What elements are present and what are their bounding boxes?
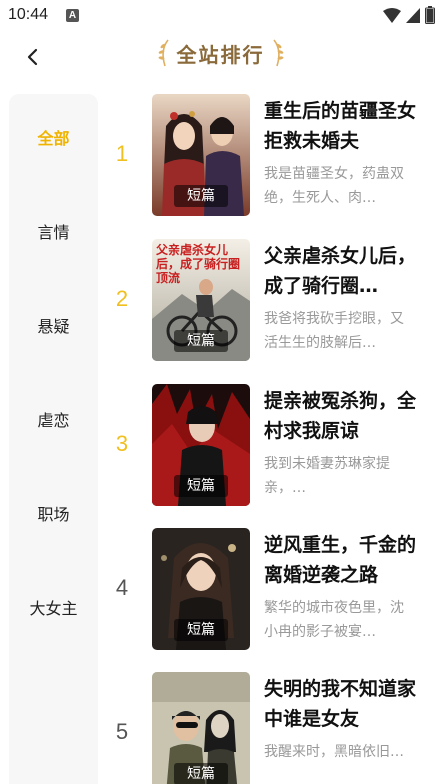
book-desc: 我到未婚妻苏琳家提亲，… xyxy=(264,456,390,496)
book-tag: 短篇 xyxy=(174,330,228,352)
book-title: 失明的我不知道家中谁是女友 xyxy=(264,678,417,730)
sidebar-item-all[interactable]: 全部 xyxy=(9,117,98,157)
book-tag: 短篇 xyxy=(174,763,228,784)
book-desc: 我爸将我砍手挖眼，又活生生的肢解后… xyxy=(264,311,404,351)
book-desc: 我醒来时，黑暗依旧… xyxy=(264,744,404,760)
rank-number: 3 xyxy=(115,431,129,456)
sidebar-item-workplace[interactable]: 职场 xyxy=(9,493,98,533)
laurel-right-icon xyxy=(272,39,283,67)
book-item[interactable]: 4 短篇 逆风重生，千金的离婚逆袭之路 繁华的城市夜色里，沈小冉的影子被宴… xyxy=(104,528,434,652)
wifi-icon xyxy=(383,7,401,23)
notification-icon: A xyxy=(66,9,79,22)
cover-text: 父亲虐杀女儿后，成了骑行圈顶流 xyxy=(156,243,241,285)
rank-number: 2 xyxy=(115,286,129,311)
book-item[interactable]: 2 父亲虐杀女儿后，成了骑行圈顶流 短篇 父亲虐杀女儿后，成了骑行圈… 我爸将我… xyxy=(104,239,434,363)
status-icons xyxy=(383,6,435,24)
rank-number: 5 xyxy=(115,719,129,744)
book-tag: 短篇 xyxy=(174,619,228,641)
book-item[interactable]: 1 短篇 重生后的苗疆圣女拒救未婚夫 我是苗疆圣女，药蛊双绝，生死人、肉… xyxy=(104,94,434,218)
header: 全站排行 xyxy=(0,30,441,84)
status-bar: 10:44 A xyxy=(0,0,441,30)
sidebar-item-suspense[interactable]: 悬疑 xyxy=(9,305,98,345)
book-item[interactable]: 5 短篇 失明的我不知道家中谁是女友 我醒来时，黑暗依旧… xyxy=(104,672,434,784)
book-desc: 繁华的城市夜色里，沈小冉的影子被宴… xyxy=(264,600,404,640)
book-item[interactable]: 3 短篇 提亲被冤杀狗，全村求我原谅 我到未婚妻苏琳家提亲，… xyxy=(104,384,434,508)
sidebar-item-romance[interactable]: 言情 xyxy=(9,211,98,251)
book-cover[interactable]: 短篇 xyxy=(152,94,250,216)
book-cover[interactable]: 短篇 xyxy=(152,672,250,784)
book-title: 重生后的苗疆圣女拒救未婚夫 xyxy=(264,100,417,152)
book-tag: 短篇 xyxy=(174,475,228,497)
battery-icon xyxy=(425,6,435,24)
sidebar-item-angst[interactable]: 虐恋 xyxy=(9,399,98,439)
status-time: 10:44 xyxy=(8,6,49,23)
book-tag: 短篇 xyxy=(174,185,228,207)
rank-number: 4 xyxy=(115,575,129,600)
title-wrap: 全站排行 xyxy=(0,38,441,68)
book-title: 提亲被冤杀狗，全村求我原谅 xyxy=(264,390,417,442)
book-cover[interactable]: 短篇 xyxy=(152,528,250,650)
sidebar-item-heroine[interactable]: 大女主 xyxy=(9,587,98,627)
book-title: 逆风重生，千金的离婚逆袭之路 xyxy=(264,534,417,586)
rank-number: 1 xyxy=(115,141,129,166)
book-title: 父亲虐杀女儿后，成了骑行圈… xyxy=(264,245,417,297)
page-title: 全站排行 xyxy=(176,42,265,67)
book-desc: 我是苗疆圣女，药蛊双绝，生死人、肉… xyxy=(264,166,404,206)
book-cover[interactable]: 短篇 xyxy=(152,384,250,506)
laurel-left-icon xyxy=(158,39,169,67)
category-sidebar: 全部 言情 悬疑 虐恋 职场 大女主 xyxy=(9,94,98,784)
signal-icon xyxy=(406,7,420,23)
book-cover[interactable]: 父亲虐杀女儿后，成了骑行圈顶流 短篇 xyxy=(152,239,250,361)
